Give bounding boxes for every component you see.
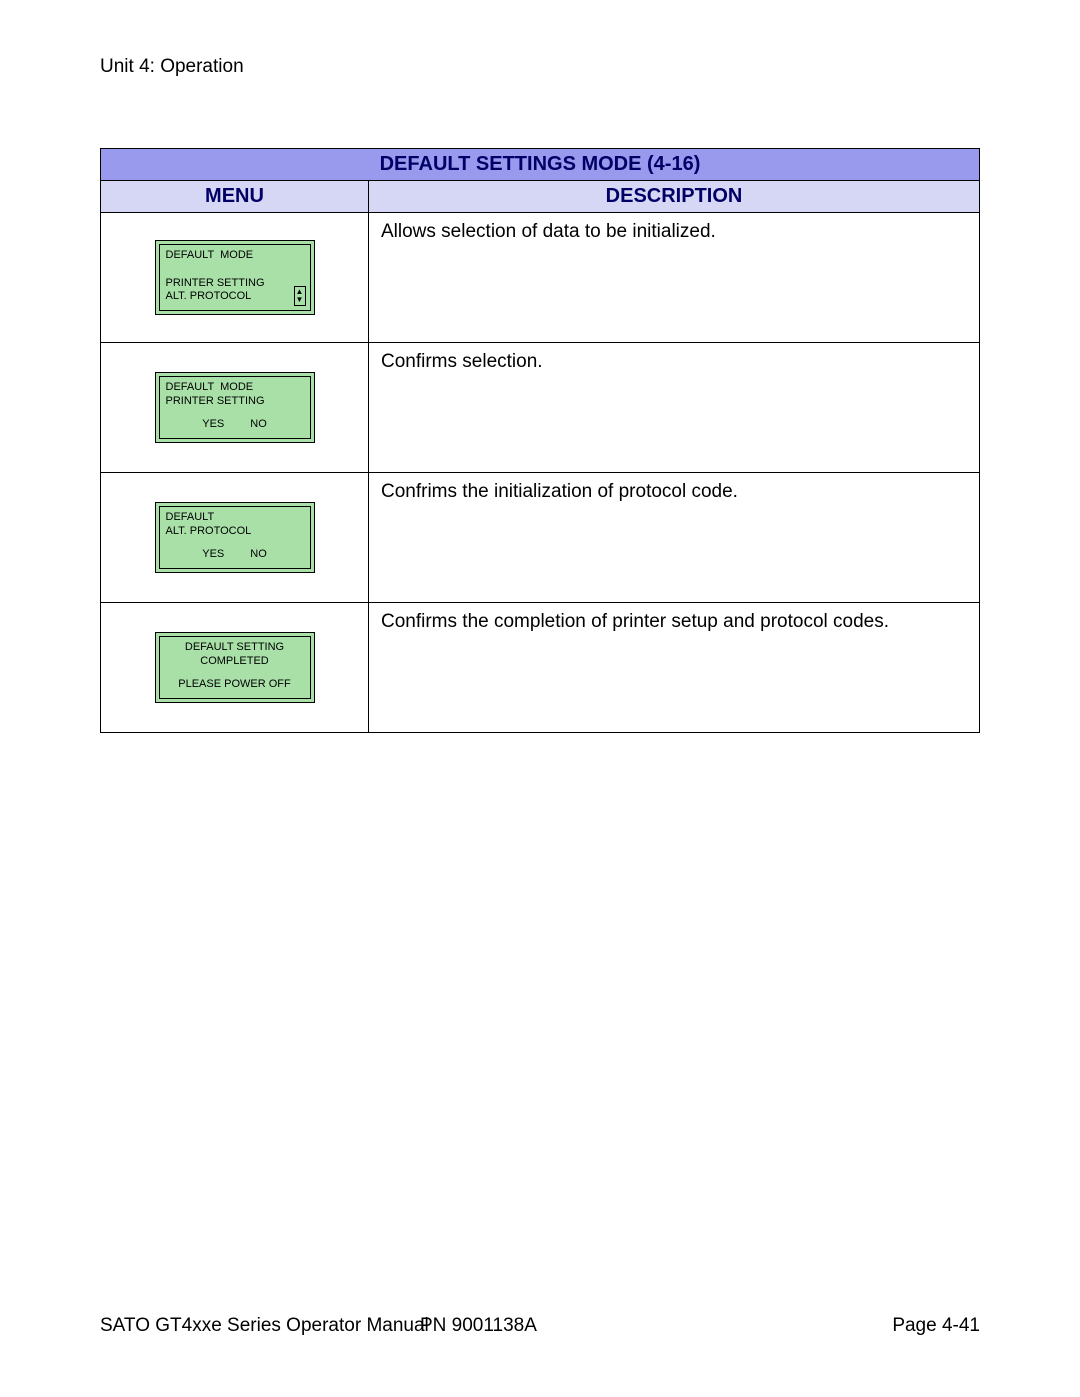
- lcd-screen: DEFAULT SETTING COMPLETED PLEASE POWER O…: [155, 632, 315, 703]
- table-row: DEFAULT MODE PRINTER SETTING YES NO Conf…: [101, 343, 980, 473]
- lcd-line: DEFAULT: [166, 511, 304, 525]
- settings-table: DEFAULT SETTINGS MODE (4-16) MENU DESCRI…: [100, 148, 980, 733]
- lcd-line: [166, 263, 304, 277]
- lcd-screen: DEFAULT ALT. PROTOCOL YES NO: [155, 502, 315, 573]
- footer-page-number: Page 4-41: [892, 1315, 980, 1337]
- description-cell: Allows selection of data to be initializ…: [369, 213, 980, 343]
- lcd-line: DEFAULT MODE: [166, 249, 304, 263]
- lcd-line: DEFAULT MODE: [166, 381, 304, 395]
- page-footer: SATO GT4xxe Series Operator Manual PN 90…: [100, 1315, 980, 1337]
- col-header-description: DESCRIPTION: [369, 181, 980, 213]
- description-cell: Confirms selection.: [369, 343, 980, 473]
- table-row: DEFAULT ALT. PROTOCOL YES NO Confrims th…: [101, 473, 980, 603]
- lcd-line: COMPLETED: [166, 655, 304, 669]
- lcd-line: PRINTER SETTING: [166, 395, 304, 409]
- footer-manual-title: SATO GT4xxe Series Operator Manual: [100, 1315, 429, 1337]
- lcd-option-yes: YES: [202, 418, 224, 432]
- lcd-option-yes: YES: [202, 548, 224, 562]
- lcd-line: PRINTER SETTING: [166, 277, 304, 291]
- table-row: DEFAULT MODE PRINTER SETTING ALT. PROTOC…: [101, 213, 980, 343]
- table-row: DEFAULT SETTING COMPLETED PLEASE POWER O…: [101, 603, 980, 733]
- table-title: DEFAULT SETTINGS MODE (4-16): [101, 149, 980, 181]
- up-down-arrows-icon: ▲▼: [294, 286, 306, 306]
- lcd-line: DEFAULT SETTING: [166, 641, 304, 655]
- lcd-screen: DEFAULT MODE PRINTER SETTING ALT. PROTOC…: [155, 240, 315, 315]
- unit-header: Unit 4: Operation: [100, 56, 980, 78]
- footer-part-number: PN 9001138A: [420, 1315, 537, 1337]
- description-cell: Confrims the initialization of protocol …: [369, 473, 980, 603]
- lcd-line: ALT. PROTOCOL: [166, 525, 304, 539]
- col-header-menu: MENU: [101, 181, 369, 213]
- lcd-option-no: NO: [250, 548, 267, 562]
- lcd-option-no: NO: [250, 418, 267, 432]
- lcd-line: ALT. PROTOCOL: [166, 290, 304, 304]
- description-cell: Confirms the completion of printer setup…: [369, 603, 980, 733]
- lcd-line: PLEASE POWER OFF: [166, 678, 304, 692]
- lcd-screen: DEFAULT MODE PRINTER SETTING YES NO: [155, 372, 315, 443]
